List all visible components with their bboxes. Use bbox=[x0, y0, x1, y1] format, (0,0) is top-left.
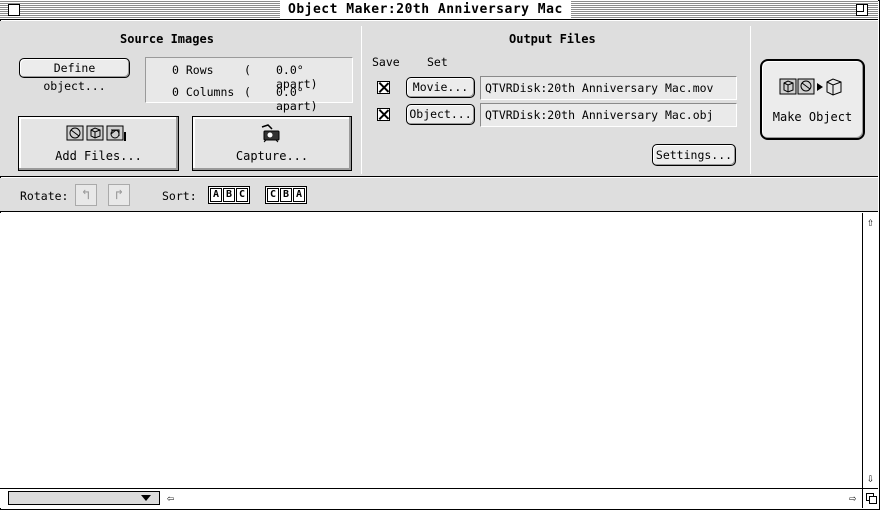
columns-paren: ( bbox=[244, 85, 251, 99]
close-box-icon[interactable] bbox=[8, 4, 20, 16]
rotate-left-button[interactable]: ↰ bbox=[75, 184, 97, 206]
columns-count: 0 Columns bbox=[172, 85, 235, 99]
grow-box-icon[interactable] bbox=[862, 489, 878, 508]
save-column-label: Save bbox=[372, 55, 400, 69]
object-path-field[interactable]: QTVRDisk:20th Anniversary Mac.obj bbox=[480, 103, 737, 127]
sort-letter: C bbox=[236, 188, 248, 202]
rotate-label: Rotate: bbox=[20, 189, 69, 203]
settings-panel: Source Images Define object... 0 Rows ( … bbox=[0, 21, 878, 177]
sort-letter: B bbox=[223, 188, 235, 202]
movie-path-field[interactable]: QTVRDisk:20th Anniversary Mac.mov bbox=[480, 76, 737, 100]
make-divider bbox=[750, 26, 751, 174]
columns-apart: 0.0° apart) bbox=[276, 85, 318, 113]
sort-ascending-button[interactable]: A B C bbox=[208, 186, 250, 204]
rotate-left-icon: ↰ bbox=[81, 187, 91, 203]
capture-label: Capture... bbox=[235, 149, 309, 163]
set-column-label: Set bbox=[427, 55, 448, 69]
save-object-checkbox[interactable] bbox=[377, 108, 390, 121]
save-movie-checkbox[interactable] bbox=[377, 81, 390, 94]
chevron-down-icon bbox=[141, 495, 151, 501]
add-files-label: Add Files... bbox=[55, 149, 142, 163]
make-object-label: Make Object bbox=[772, 110, 853, 124]
rotate-right-button[interactable]: ↱ bbox=[108, 184, 130, 206]
rows-paren: ( bbox=[244, 63, 251, 77]
object-set-button[interactable]: Object... bbox=[406, 104, 475, 125]
scroll-up-icon[interactable]: ⇧ bbox=[863, 215, 878, 229]
movie-set-button[interactable]: Movie... bbox=[406, 77, 475, 98]
make-object-icon bbox=[779, 76, 849, 101]
scroll-right-icon[interactable]: ⇨ bbox=[845, 491, 860, 505]
scroll-left-icon[interactable]: ⇦ bbox=[163, 491, 178, 505]
make-object-button[interactable]: Make Object bbox=[760, 59, 865, 140]
source-images-heading: Source Images bbox=[120, 32, 214, 46]
add-files-icon bbox=[66, 124, 126, 142]
rotate-right-icon: ↱ bbox=[114, 187, 124, 203]
view-popup-menu[interactable] bbox=[8, 491, 160, 505]
output-files-heading: Output Files bbox=[509, 32, 596, 46]
toolbar: Rotate: ↰ ↱ Sort: A B C C B A bbox=[0, 178, 878, 212]
sort-letter: C bbox=[267, 188, 279, 202]
zoom-box-icon[interactable] bbox=[856, 4, 868, 16]
sort-descending-button[interactable]: C B A bbox=[265, 186, 307, 204]
define-object-button[interactable]: Define object... bbox=[19, 58, 130, 93]
camera-icon bbox=[260, 123, 282, 146]
sort-letter: A bbox=[293, 188, 305, 202]
rows-count: 0 Rows bbox=[172, 63, 214, 77]
add-files-button[interactable]: Add Files... bbox=[18, 116, 179, 171]
sort-letter: B bbox=[280, 188, 292, 202]
capture-button[interactable]: Capture... bbox=[192, 116, 352, 171]
title-bar[interactable]: Object Maker:20th Anniversary Mac bbox=[0, 0, 878, 20]
sort-letter: A bbox=[210, 188, 222, 202]
vertical-scrollbar[interactable]: ⇧ ⇩ bbox=[862, 213, 878, 488]
scroll-down-icon[interactable]: ⇩ bbox=[863, 471, 878, 485]
sort-label: Sort: bbox=[162, 189, 197, 203]
settings-button[interactable]: Settings... bbox=[652, 144, 736, 166]
rows-columns-info: 0 Rows ( 0.0° apart) 0 Columns ( 0.0° ap… bbox=[145, 57, 353, 113]
section-divider bbox=[361, 26, 362, 174]
source-images-list[interactable] bbox=[0, 213, 862, 488]
window-title: Object Maker:20th Anniversary Mac bbox=[280, 1, 571, 19]
